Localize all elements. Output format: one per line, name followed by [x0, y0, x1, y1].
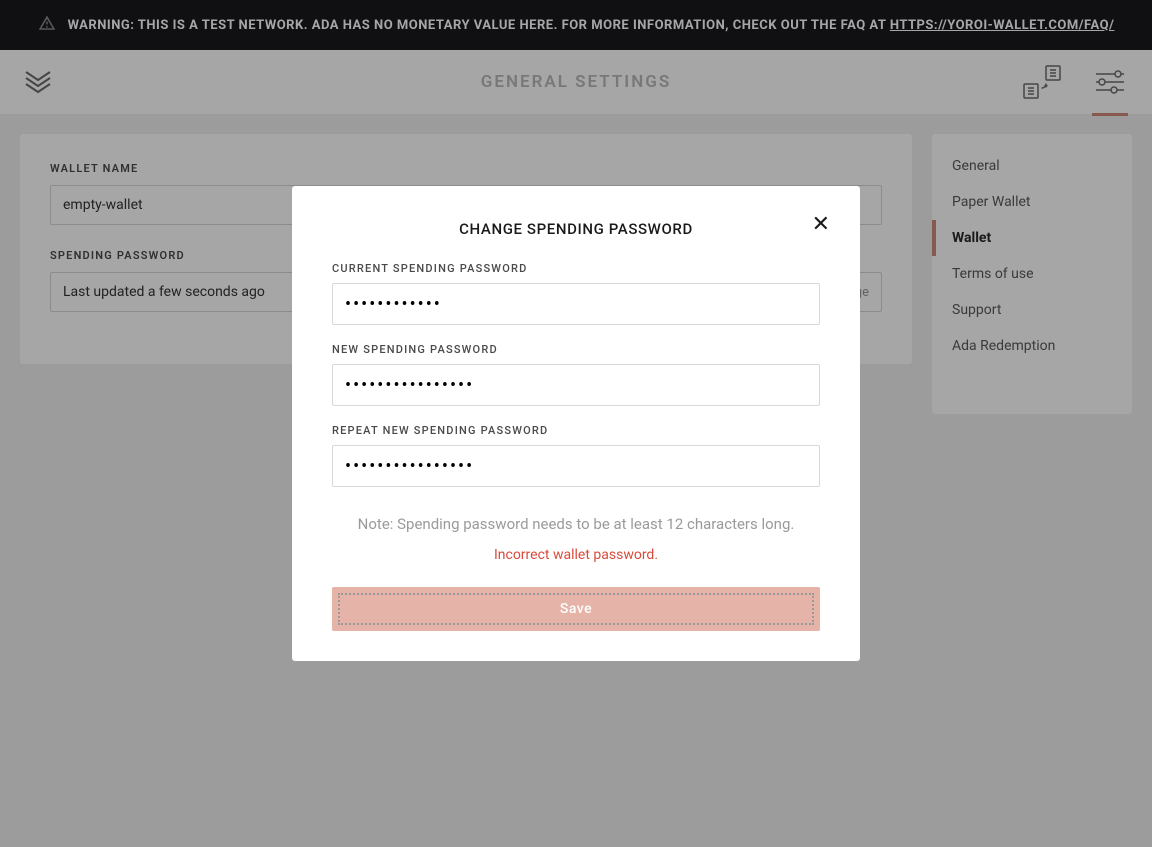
repeat-password-input[interactable] [332, 445, 820, 487]
repeat-password-label: REPEAT NEW SPENDING PASSWORD [332, 424, 820, 437]
change-password-modal: CHANGE SPENDING PASSWORD ✕ CURRENT SPEND… [292, 186, 860, 661]
current-password-input[interactable] [332, 283, 820, 325]
modal-overlay: CHANGE SPENDING PASSWORD ✕ CURRENT SPEND… [0, 0, 1152, 847]
current-password-label: CURRENT SPENDING PASSWORD [332, 262, 820, 275]
new-password-label: NEW SPENDING PASSWORD [332, 343, 820, 356]
password-note: Note: Spending password needs to be at l… [332, 515, 820, 533]
close-icon[interactable]: ✕ [812, 214, 830, 236]
new-password-input[interactable] [332, 364, 820, 406]
modal-title: CHANGE SPENDING PASSWORD [332, 220, 820, 238]
password-error: Incorrect wallet password. [332, 547, 820, 563]
save-button[interactable]: Save [332, 587, 820, 631]
